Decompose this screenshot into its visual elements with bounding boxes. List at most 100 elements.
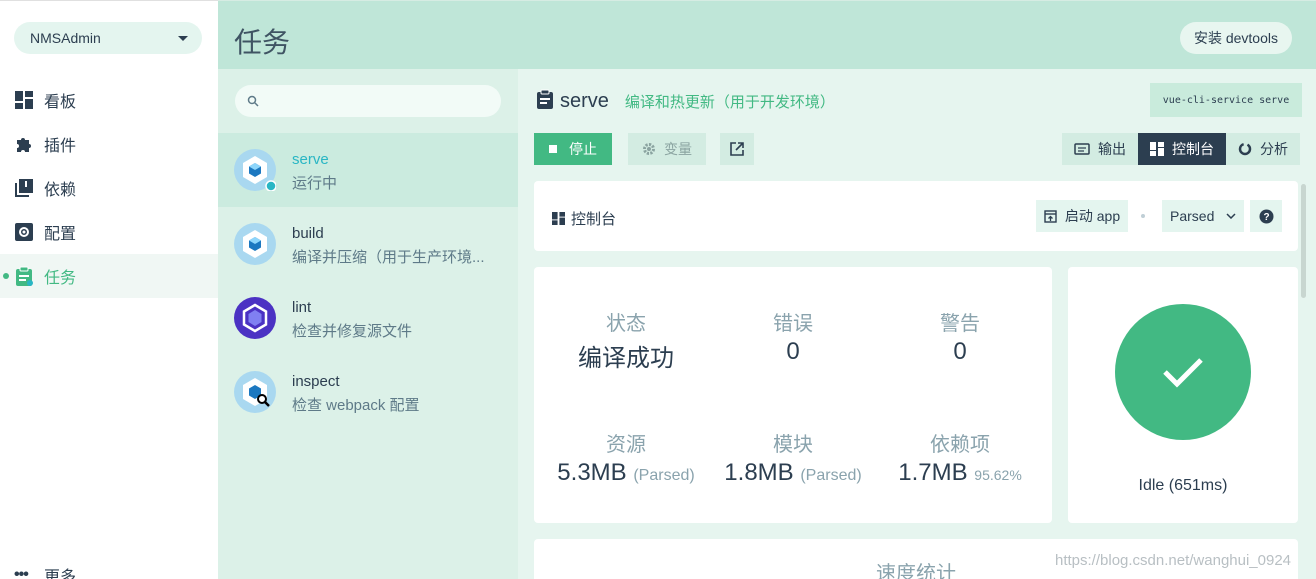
search-icon [247, 94, 259, 112]
task-description: 编译和热更新（用于开发环境） [624, 94, 835, 111]
search-input[interactable] [235, 85, 501, 117]
tab-label: 分析 [1260, 141, 1288, 157]
dashboard-title: 控制台 [552, 208, 616, 229]
status-text: Idle (651ms) [1138, 477, 1228, 494]
tab-console[interactable]: 控制台 [1138, 133, 1226, 165]
task-name: lint [292, 299, 312, 316]
nav-item-dashboard[interactable]: 看板 [0, 78, 218, 122]
scrollbar[interactable] [1301, 184, 1306, 298]
open-in-browser-icon [1044, 209, 1057, 223]
task-name: serve [292, 151, 329, 168]
clipboard-icon [14, 266, 34, 286]
size-mode-select[interactable]: Parsed [1162, 200, 1244, 232]
stat-label: 资源 [606, 434, 646, 456]
donut-chart-icon [1238, 142, 1252, 156]
webpack-inspect-icon [234, 371, 276, 413]
tab-analyze[interactable]: 分析 [1226, 133, 1300, 165]
active-indicator [3, 273, 9, 279]
dashboard-icon [1150, 142, 1164, 156]
dashboard-icon [552, 212, 565, 225]
install-devtools-button[interactable]: 安装 devtools [1179, 22, 1292, 54]
clipboard-icon [536, 89, 554, 114]
task-command: vue-cli-service serve [1150, 83, 1302, 117]
help-button[interactable]: ? [1250, 200, 1282, 232]
stat-value: 1.8MB (Parsed) [708, 459, 878, 487]
gear-icon [14, 222, 34, 242]
task-name: build [292, 225, 324, 242]
variables-label: 变量 [664, 141, 692, 157]
nav-label: 插件 [44, 138, 77, 155]
tab-output[interactable]: 输出 [1062, 133, 1138, 165]
size-mode-value: Parsed [1170, 208, 1215, 224]
caret-down-icon [178, 35, 188, 41]
stat-suffix: (Parsed) [800, 467, 862, 484]
more-dots-icon: ••• [14, 566, 29, 579]
chevron-down-icon [1226, 213, 1236, 219]
task-name: inspect [292, 373, 340, 390]
task-item-inspect[interactable]: inspect 检查 webpack 配置 [218, 355, 518, 429]
nav-label: 更多 [44, 569, 77, 579]
launch-app-label: 启动 app [1064, 208, 1121, 224]
stat-errors: 错误 0 [708, 307, 878, 366]
watermark: https://blog.csdn.net/wanghui_0924 [1055, 552, 1292, 569]
task-description: 检查 webpack 配置 [292, 397, 420, 414]
stat-value: 0 [953, 338, 967, 365]
dashboard-title-label: 控制台 [571, 211, 617, 228]
nav-item-plugins[interactable]: 插件 [0, 122, 218, 166]
open-external-button[interactable] [720, 133, 754, 165]
page-header: 任务 安装 devtools [218, 0, 1316, 69]
task-item-serve[interactable]: serve 运行中 [218, 133, 518, 207]
task-title: serve [560, 90, 609, 112]
eslint-icon [234, 297, 276, 339]
sidebar: NMSAdmin 看板 插件 依赖 配置 任务 ••• 更多 [0, 0, 218, 579]
page-title: 任务 [234, 27, 291, 58]
stat-assets: 资源 5.3MB (Parsed) [541, 428, 711, 487]
stop-label: 停止 [569, 141, 597, 157]
view-tabs: 输出 控制台 分析 [1062, 133, 1300, 165]
webpack-icon [234, 223, 276, 265]
gear-icon [642, 142, 656, 156]
stat-number: 1.8MB [724, 459, 794, 486]
open-in-new-icon [730, 142, 744, 156]
stat-value: 5.3MB (Parsed) [541, 459, 711, 487]
stat-suffix: 95.62% [974, 467, 1022, 483]
puzzle-icon [14, 134, 34, 154]
dashboard-icon [14, 90, 34, 110]
stat-label: 状态 [606, 313, 646, 335]
nav-item-more[interactable]: ••• 更多 [14, 563, 76, 579]
task-list: serve 运行中 build 编译并压缩（用于生产环境... lint 检查并… [218, 69, 518, 579]
variables-button[interactable]: 变量 [628, 133, 706, 165]
task-description: 检查并修复源文件 [292, 323, 413, 340]
success-indicator [1115, 304, 1251, 440]
task-description: 编译并压缩（用于生产环境... [292, 249, 485, 266]
task-item-build[interactable]: build 编译并压缩（用于生产环境... [218, 207, 518, 281]
svg-text:?: ? [1263, 212, 1269, 223]
status-card: Idle (651ms) [1068, 267, 1298, 523]
stat-status: 状态 编译成功 [541, 307, 711, 373]
stop-button[interactable]: 停止 [534, 133, 612, 165]
stat-value: 编译成功 [578, 345, 674, 372]
task-item-lint[interactable]: lint 检查并修复源文件 [218, 281, 518, 355]
stat-label: 模块 [773, 434, 813, 456]
console-output-icon [1074, 143, 1090, 155]
nav-label: 任务 [44, 270, 77, 287]
nav-item-tasks[interactable]: 任务 [0, 254, 218, 298]
stat-dependencies: 依赖项 1.7MB 95.62% [875, 428, 1045, 487]
stat-warnings: 警告 0 [875, 307, 1045, 366]
nav-item-dependencies[interactable]: 依赖 [0, 166, 218, 210]
task-detail-panel: serve 编译和热更新（用于开发环境） vue-cli-service ser… [518, 69, 1316, 579]
project-name: NMSAdmin [30, 30, 101, 46]
stat-value: 0 [786, 338, 800, 365]
stat-modules: 模块 1.8MB (Parsed) [708, 428, 878, 487]
library-icon [14, 178, 34, 198]
nav-label: 依赖 [44, 182, 77, 199]
nav-item-config[interactable]: 配置 [0, 210, 218, 254]
stat-value: 1.7MB 95.62% [875, 459, 1045, 487]
stat-number: 5.3MB [557, 459, 627, 486]
tab-label: 输出 [1098, 141, 1126, 157]
project-selector[interactable]: NMSAdmin [14, 22, 202, 54]
checkmark-icon [1163, 358, 1203, 388]
launch-app-button[interactable]: 启动 app [1036, 200, 1128, 232]
task-header: serve 编译和热更新（用于开发环境） [536, 89, 835, 114]
stop-icon [549, 145, 557, 153]
